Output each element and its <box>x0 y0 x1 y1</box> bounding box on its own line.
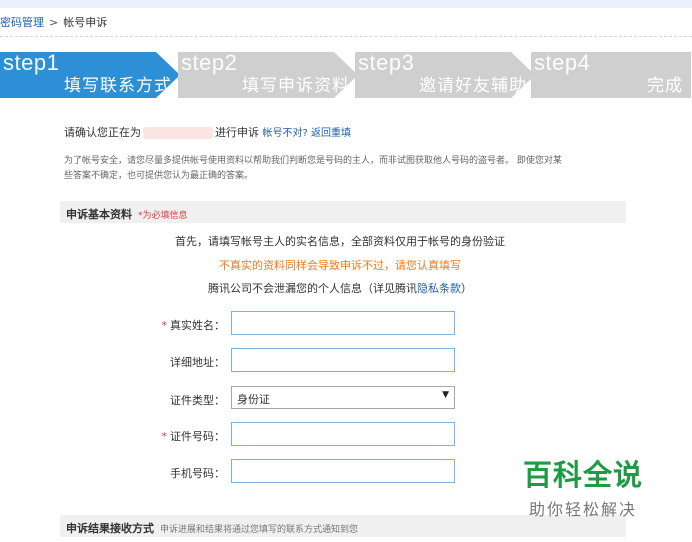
idtype-value: 身份证 <box>237 393 270 406</box>
step-1-number: step1 <box>3 52 60 75</box>
divider <box>0 36 692 37</box>
step-4-title: 完成 <box>647 76 683 96</box>
row-address: 详细地址： <box>0 348 692 372</box>
realname-label-text: 真实姓名： <box>170 319 225 332</box>
redacted-account <box>143 127 213 139</box>
section-result-title: 申诉结果接收方式 <box>66 522 154 535</box>
breadcrumb-link-password[interactable]: 密码管理 <box>0 16 44 29</box>
step-4-number: step4 <box>534 52 591 75</box>
phone-label: 手机号码： <box>170 467 225 480</box>
return-refill-link[interactable]: 帐号不对? 返回重填 <box>263 128 352 139</box>
idnumber-input[interactable] <box>231 422 455 446</box>
section-result-subtitle: 申诉进展和结果将通过您填写的联系方式通知到您 <box>160 525 359 535</box>
step-4: step4 完成 <box>531 52 691 98</box>
idnumber-label-text: 证件号码： <box>170 430 225 443</box>
section-basic-info: 申诉基本资料 *为必填信息 <box>60 201 626 223</box>
privacy-suffix: ） <box>461 282 472 295</box>
idtype-label: 证件类型： <box>170 394 225 407</box>
confirm-suffix: 进行申诉 <box>215 126 259 139</box>
section-basic-title: 申诉基本资料 <box>66 208 132 221</box>
phone-input[interactable] <box>231 459 455 483</box>
step-progress: step1 填写联系方式 step2 填写申诉资料 step3 邀请好友辅助 s… <box>0 52 692 98</box>
breadcrumb-separator: > <box>49 16 59 29</box>
privacy-link[interactable]: 隐私条款 <box>417 282 461 295</box>
realname-input[interactable] <box>231 311 455 335</box>
security-note: 为了帐号安全，请您尽量多提供帐号使用资料以帮助我们判断您是号码的主人，而非试图获… <box>64 156 562 181</box>
idnumber-label: * 证件号码： <box>162 428 226 444</box>
required-mark-2: * <box>161 430 168 443</box>
watermark-logo: 百科全说 助你轻松解决 <box>516 452 650 520</box>
step-1-title: 填写联系方式 <box>64 76 172 96</box>
step-3-title: 邀请好友辅助 <box>419 76 527 96</box>
idtype-select[interactable]: 身份证 ▼ <box>231 386 455 409</box>
watermark-subtitle: 助你轻松解决 <box>528 500 637 519</box>
confirm-prefix: 请确认您正在为 <box>64 126 141 139</box>
required-mark: * <box>161 319 168 332</box>
chevron-down-icon: ▼ <box>442 390 449 400</box>
row-idtype: 证件类型： 身份证 ▼ <box>0 386 692 410</box>
realname-label: * 真实姓名： <box>162 317 226 333</box>
step-2-title: 填写申诉资料 <box>242 76 350 96</box>
step-1: step1 填写联系方式 <box>0 52 180 98</box>
breadcrumb-current: 帐号申诉 <box>63 16 108 29</box>
info-line-1: 首先，请填写帐号主人的实名信息，全部资料仅用于帐号的身份验证 <box>175 235 505 248</box>
info-line-3: 腾讯公司不会泄漏您的个人信息（详见腾讯隐私条款） <box>0 280 686 296</box>
privacy-prefix: 腾讯公司不会泄漏您的个人信息（详见腾讯 <box>208 282 417 295</box>
watermark-title: 百科全说 <box>522 458 643 492</box>
step-3-number: step3 <box>358 52 415 75</box>
breadcrumb: 密码管理 > 帐号申诉 <box>0 14 107 30</box>
required-note: *为必填信息 <box>138 211 188 221</box>
step-2: step2 填写申诉资料 <box>178 52 358 98</box>
row-idnumber: * 证件号码： <box>0 422 692 446</box>
top-strip <box>0 0 692 8</box>
address-label: 详细地址： <box>170 356 225 369</box>
step-3: step3 邀请好友辅助 <box>355 52 535 98</box>
step-2-number: step2 <box>181 52 238 75</box>
info-warning: 不真实的资料同样会导致申诉不过，请您认真填写 <box>219 259 461 272</box>
row-realname: * 真实姓名： <box>0 311 692 335</box>
account-confirm: 请确认您正在为 进行申诉 帐号不对? 返回重填 <box>64 124 351 140</box>
address-input[interactable] <box>231 348 455 372</box>
